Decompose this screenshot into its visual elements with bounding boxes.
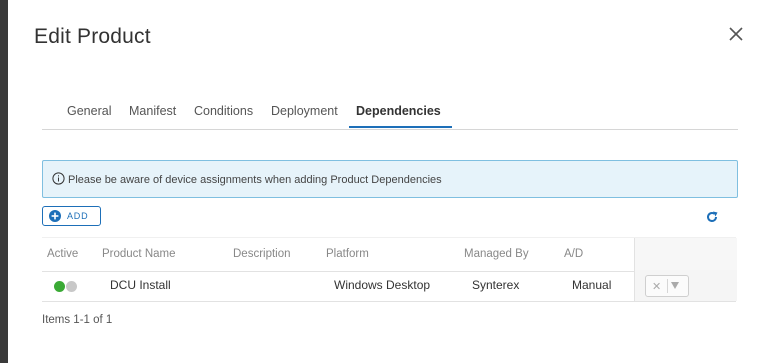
toggle-on-dot: [54, 281, 65, 292]
tab-bar: General Manifest Conditions Deployment D…: [42, 98, 738, 130]
grid-header: Active Product Name Description Platform…: [42, 237, 737, 272]
row-actions-dropdown[interactable]: ✕: [645, 275, 689, 297]
cell-platform: Windows Desktop: [334, 278, 431, 292]
tab-general[interactable]: General: [67, 104, 111, 118]
column-header-ad[interactable]: A/D: [564, 248, 583, 260]
column-header-managed-by[interactable]: Managed By: [464, 248, 529, 260]
cell-product-name: DCU Install: [110, 278, 171, 292]
add-button-label: ADD: [67, 211, 89, 221]
actions-column-header: [634, 238, 737, 271]
tab-deployment[interactable]: Deployment: [271, 104, 338, 118]
refresh-icon[interactable]: [705, 210, 719, 224]
pager-info: Items 1-1 of 1: [42, 314, 113, 326]
dialog-title: Edit Product: [34, 25, 151, 48]
dependency-notice: Please be aware of device assignments wh…: [42, 160, 738, 198]
active-tab-indicator: [349, 126, 452, 128]
column-header-platform[interactable]: Platform: [326, 248, 369, 260]
toggle-off-dot: [66, 281, 77, 292]
add-button[interactable]: ADD: [42, 206, 101, 226]
tab-conditions[interactable]: Conditions: [194, 104, 253, 118]
edit-product-dialog: Edit Product General Manifest Conditions…: [8, 0, 768, 363]
cell-managed-by: Synterex: [472, 278, 520, 292]
tab-manifest[interactable]: Manifest: [129, 104, 176, 118]
column-header-product-name[interactable]: Product Name: [102, 248, 176, 260]
info-icon: [52, 172, 65, 185]
column-header-description[interactable]: Description: [233, 248, 291, 260]
tab-dependencies[interactable]: Dependencies: [356, 104, 441, 118]
remove-icon[interactable]: ✕: [652, 280, 661, 293]
plus-circle-icon: [49, 210, 61, 222]
column-header-active[interactable]: Active: [47, 248, 78, 260]
cell-ad: Manual: [572, 278, 612, 292]
divider: [667, 279, 668, 293]
table-row: DCU Install Windows Desktop Synterex Man…: [42, 270, 737, 302]
caret-down-icon[interactable]: [671, 282, 679, 289]
close-icon[interactable]: [728, 26, 744, 42]
notice-text: Please be aware of device assignments wh…: [68, 174, 442, 186]
